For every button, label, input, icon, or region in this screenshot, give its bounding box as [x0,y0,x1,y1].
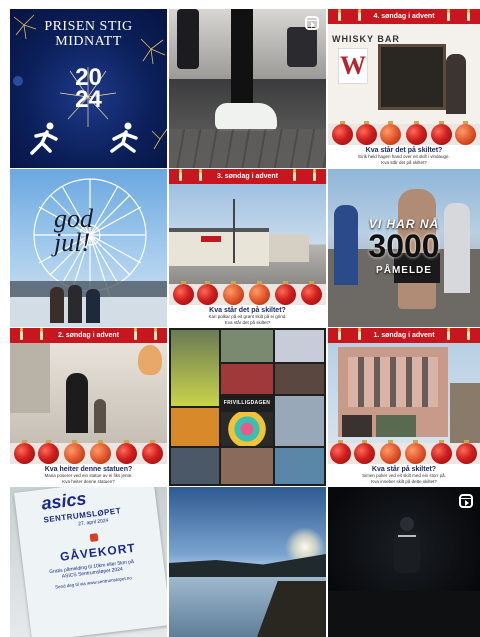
subline-text: PÅMELDE [376,265,432,276]
person-silhouette [66,373,88,433]
reel-icon [305,16,319,30]
post-caption: Kva står det på skiltet? Kari polkar på … [169,305,326,327]
building [10,343,50,413]
post-caption: Kva står det på skiltet? Eirik held hage… [328,145,480,168]
collage-photo [171,330,219,406]
cobblestones [169,129,326,168]
sign-logo: W [338,48,368,84]
person-silhouette [446,54,466,114]
collage-photo [275,330,324,362]
post-prisen-stig[interactable]: PRISEN STIG MIDNATT 20 24 [10,9,167,168]
photo-building [169,184,326,284]
post-title-line2: MIDNATT [55,34,122,49]
caption-sub2: Kva står det på skiltet? [381,160,427,165]
person-silhouette [86,289,100,323]
tree [450,383,480,443]
caption-question: Kva heiter denne statuen? [44,466,133,473]
collage-photo [221,330,273,362]
ornament-icon [89,533,99,543]
collage-photo [275,396,324,446]
person-silhouette [50,287,64,323]
post-caption: Kva står på skiltet? Simen poker ved eit… [328,464,480,486]
running-shoe [215,103,277,131]
sign-text: WHISKY BAR [332,34,400,44]
runner-icon [110,122,138,153]
photo-statue [10,343,167,443]
banner-text: 4. søndag i advent [373,13,435,20]
caption-question: Kva står det på skiltet? [365,147,443,154]
windows [348,357,438,407]
advent-banner: 1. søndag i advent [328,328,480,343]
bauble-row [328,121,480,145]
post-grid: PRISEN STIG MIDNATT 20 24 4. søndag i ad… [0,0,480,637]
caption-question: Kva står det på skiltet? [209,307,286,314]
advent-banner: 4. søndag i advent [328,9,480,24]
gift-card: asics SENTRUMSLØPET 27. april 2024 GÅVEK… [14,487,167,637]
advent-banner: 3. søndag i advent [169,169,326,184]
caption-sub2: Kva heiter denne statuen? [62,479,115,484]
post-sunset-lake[interactable] [169,487,326,637]
storefront [342,415,372,437]
shop-window [378,44,446,110]
reel-icon [459,494,473,508]
building [169,228,269,266]
banner-text: 2. søndag i advent [57,332,120,339]
collage-photo [221,364,273,394]
bauble-row [328,440,480,464]
runner-leg [177,9,199,69]
runner-leg [287,27,317,67]
post-title-line1: PRISEN STIG [44,19,133,34]
light-pole [233,199,235,263]
year-bottom: 24 [75,86,102,113]
post-frivilligdagen[interactable]: FRIVILLIGDAGEN [169,328,326,486]
post-god-jul[interactable]: god jul! [10,169,167,327]
post-advent-1[interactable]: 1. søndag i advent Kva står på skiltet? … [328,328,480,486]
ground [328,591,480,637]
reflective-stripe [398,535,416,537]
post-reel-runners[interactable] [169,9,326,168]
collage-hands-graphic [221,412,273,446]
god-jul-text: god jul! [54,204,93,257]
post-3000-pamelde[interactable]: VI HAR NÅ 3000 PÅMELDE [328,169,480,327]
banner-text: 1. søndag i advent [373,332,435,339]
building [269,234,309,262]
post-advent-3[interactable]: 3. søndag i advent Kva står det på skilt… [169,169,326,327]
post-reel-night[interactable] [328,487,480,637]
photo-storefront: WHISKY BAR W [328,24,480,124]
post-advent-4[interactable]: 4. søndag i advent WHISKY BAR W Kva står… [328,9,480,168]
count-number: 3000 [368,228,440,264]
post-advent-2[interactable]: 2. søndag i advent Kva heiter denne stat… [10,328,167,486]
runner-icon [30,122,58,155]
frivilligdagen-label: FRIVILLIGDAGEN [223,400,271,406]
person-head [400,517,414,531]
bauble-row [10,440,167,464]
collage-photo [275,364,324,394]
caption-question: Kva står på skiltet? [371,466,437,473]
collage-photo [171,408,219,446]
gingerbread-icon [138,345,162,375]
caption-sub2: Kva står det på skiltet? [224,320,271,325]
person-silhouette [394,531,420,573]
collage-photo [275,448,324,484]
collage-photo [171,448,219,484]
advent-banner: 2. søndag i advent [10,328,167,343]
caption-sub2: Kva inneber skilt på dette skiltet? [371,479,437,484]
person-silhouette [68,285,82,323]
post-gavekort[interactable]: asics SENTRUMSLØPET 27. april 2024 GÅVEK… [10,487,167,637]
runner-leg [231,9,253,107]
banner-text: 3. søndag i advent [216,173,279,180]
collage-photo [221,448,273,484]
bauble-row [169,281,326,305]
post-caption: Kva heiter denne statuen? Maria poserer … [10,464,167,486]
storefront [376,415,416,437]
statue [94,399,106,433]
photo-building [328,343,480,443]
sign [201,236,221,242]
